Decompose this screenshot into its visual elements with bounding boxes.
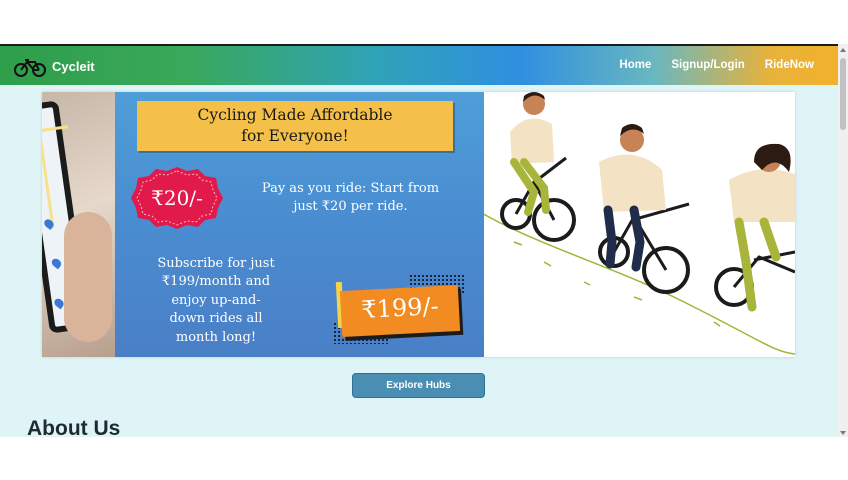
price-badge: ₹20/-: [131, 166, 223, 230]
scroll-up-arrow-icon[interactable]: [840, 48, 846, 52]
phone-hand-image: [42, 92, 115, 357]
cyclist-2: [598, 124, 690, 294]
nav-ride-now[interactable]: RideNow: [765, 59, 814, 71]
subscription-text: Subscribe for just ₹199/month and enjoy …: [141, 255, 291, 347]
tagline-line2: for Everyone!: [241, 127, 349, 145]
bicycle-icon: [14, 59, 46, 77]
cyclist-3: [714, 143, 795, 312]
cyclists-illustration: [463, 92, 795, 357]
nav-home[interactable]: Home: [619, 59, 651, 71]
subscribe-line: Subscribe for just: [157, 256, 275, 271]
nav-signup-login[interactable]: Signup/Login: [671, 59, 744, 71]
cyclist-1: [500, 92, 576, 242]
page-scrollbar[interactable]: [838, 44, 848, 437]
cyclists-svg: [463, 92, 795, 355]
pay-line2: just ₹20 per ride.: [293, 199, 408, 214]
subscribe-line: down rides all: [169, 311, 263, 327]
subscribe-line: enjoy up-and-: [171, 292, 261, 308]
price-badge-text: ₹20/-: [151, 186, 203, 210]
subscribe-line: month long!: [175, 329, 257, 345]
pay-line1: Pay as you ride: Start from: [261, 181, 440, 196]
brand[interactable]: Cycleit: [14, 54, 95, 78]
hand-image: [64, 212, 112, 342]
page-viewport: Cycleit Home Signup/Login RideNow Cyclin…: [0, 44, 848, 437]
tagline-line1: Cycling Made Affordable: [197, 106, 393, 124]
about-us-heading: About Us: [27, 417, 121, 437]
tagline-banner: Cycling Made Affordable for Everyone!: [137, 101, 453, 151]
scroll-thumb[interactable]: [840, 58, 846, 130]
explore-hubs-button[interactable]: Explore Hubs: [352, 373, 485, 398]
subscribe-line: ₹199/month and: [161, 274, 271, 290]
nav-links: Home Signup/Login RideNow: [619, 59, 814, 71]
browser-bottom-area: [0, 437, 848, 480]
pay-as-you-ride-text: Pay as you ride: Start from just ₹20 per…: [243, 180, 458, 216]
brand-name: Cycleit: [52, 58, 95, 74]
navbar: Cycleit Home Signup/Login RideNow: [0, 44, 838, 85]
pricing-panel: Cycling Made Affordable for Everyone! ₹2…: [115, 92, 484, 357]
scroll-down-arrow-icon[interactable]: [840, 431, 846, 435]
hero-banner: Cycling Made Affordable for Everyone! ₹2…: [42, 92, 795, 357]
browser-top-area: [0, 0, 848, 44]
